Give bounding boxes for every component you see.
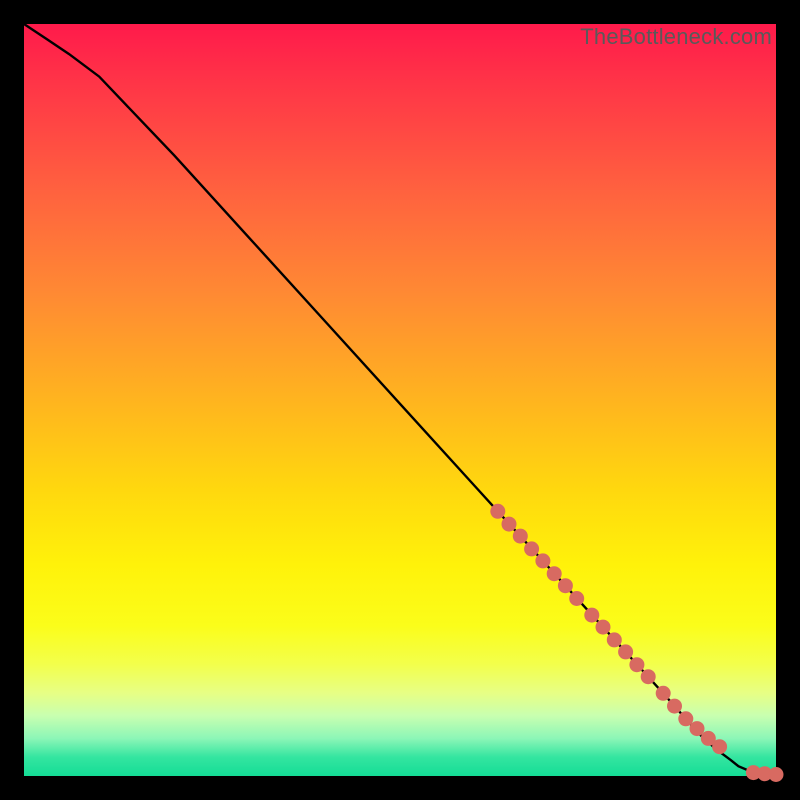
marker-dot [641, 669, 656, 684]
marker-dot [524, 541, 539, 556]
plot-area: TheBottleneck.com [24, 24, 776, 776]
marker-dot [769, 767, 784, 782]
marker-dot [490, 504, 505, 519]
marker-group [490, 504, 783, 782]
bottleneck-curve [24, 24, 776, 775]
marker-dot [558, 578, 573, 593]
marker-dot [629, 657, 644, 672]
marker-dot [667, 699, 682, 714]
marker-dot [569, 591, 584, 606]
marker-dot [607, 632, 622, 647]
marker-dot [596, 620, 611, 635]
marker-dot [502, 517, 517, 532]
marker-dot [535, 553, 550, 568]
marker-dot [584, 608, 599, 623]
marker-dot [712, 739, 727, 754]
marker-dot [656, 686, 671, 701]
marker-dot [547, 566, 562, 581]
marker-dot [513, 529, 528, 544]
marker-dot [690, 721, 705, 736]
chart-svg [24, 24, 776, 776]
marker-dot [618, 644, 633, 659]
